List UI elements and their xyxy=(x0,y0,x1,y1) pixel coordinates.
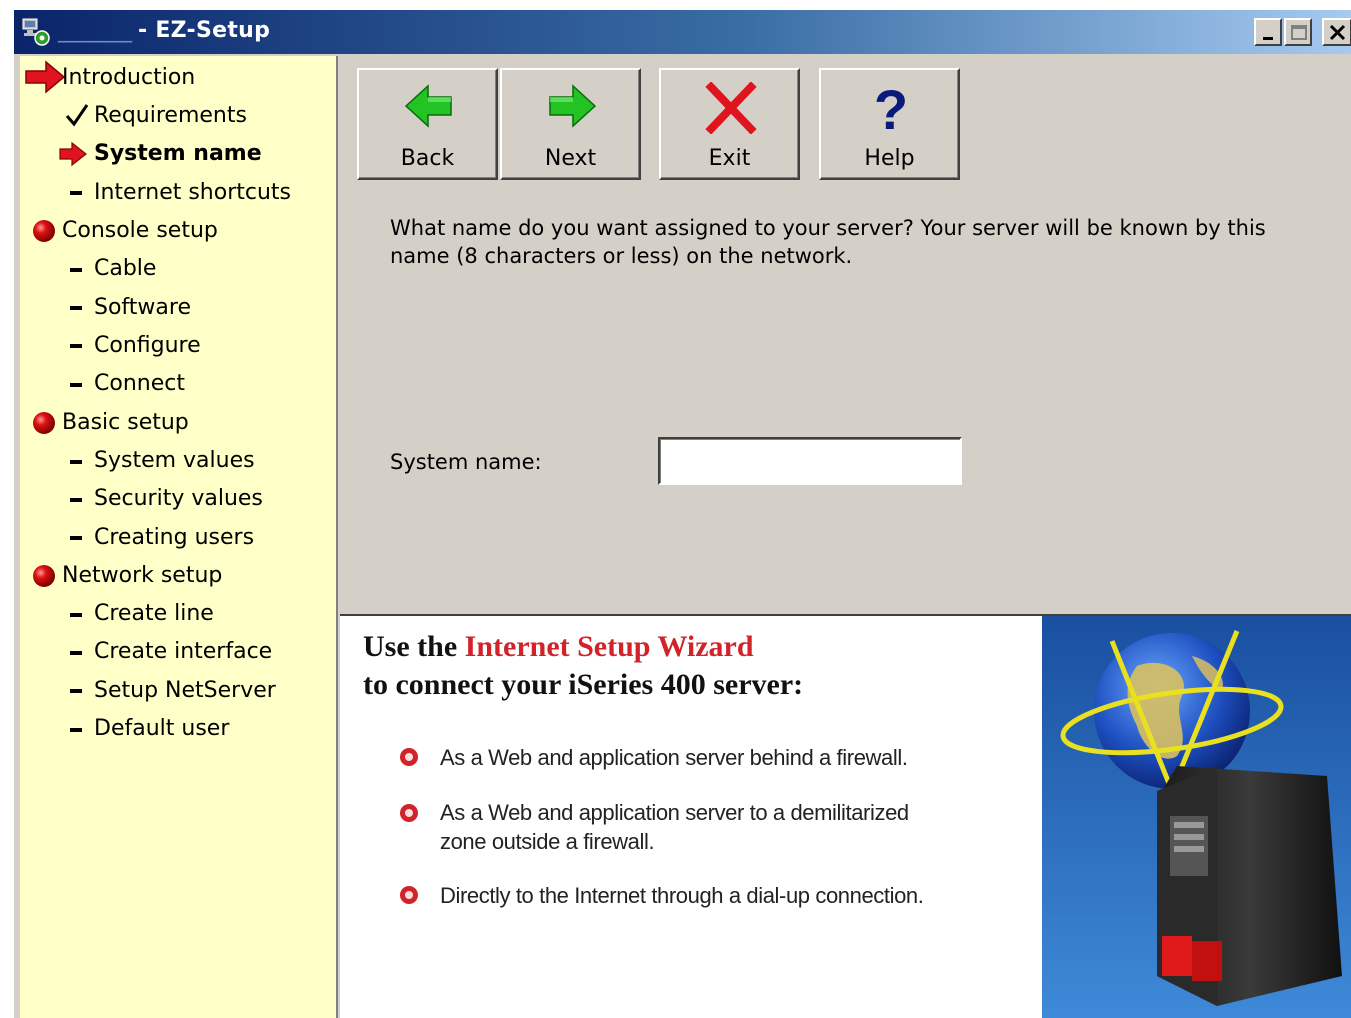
dash-icon xyxy=(70,728,82,732)
dash-icon xyxy=(70,613,82,617)
maximize-icon xyxy=(1291,25,1307,40)
back-button[interactable]: Back xyxy=(357,68,498,180)
sidebar-item-default-user[interactable]: Default user xyxy=(94,712,229,744)
minimize-button[interactable] xyxy=(1254,18,1282,46)
sidebar-item-security-values[interactable]: Security values xyxy=(94,482,263,514)
svg-text:?: ? xyxy=(874,82,908,134)
question-mark-icon: ? xyxy=(874,82,908,134)
sidebar-item-label: Security values xyxy=(94,485,263,511)
dash-icon xyxy=(70,536,82,540)
sidebar-item-configure[interactable]: Configure xyxy=(94,329,201,361)
sidebar-item-label: Create interface xyxy=(94,638,273,664)
red-bullet-icon xyxy=(400,886,418,904)
dash-icon xyxy=(70,383,82,387)
sidebar-item-creating-users[interactable]: Creating users xyxy=(94,521,254,553)
red-bullet-icon xyxy=(400,804,418,822)
red-bullet-icon xyxy=(400,748,418,766)
sidebar-item-label: Network setup xyxy=(62,562,223,588)
sidebar-item-label: Software xyxy=(94,294,191,320)
system-name-prompt: What name do you want assigned to your s… xyxy=(390,216,1266,268)
sidebar-item-label: Configure xyxy=(94,332,201,358)
exit-button-label: Exit xyxy=(708,146,751,171)
dash-icon xyxy=(70,498,82,502)
sidebar-item-cable[interactable]: Cable xyxy=(94,252,156,284)
banner-bullet-3: Directly to the Internet through a dial-… xyxy=(440,883,924,908)
sidebar-item-software[interactable]: Software xyxy=(94,291,191,323)
sidebar-item-system-name[interactable]: System name xyxy=(94,137,262,169)
sidebar-item-label: Connect xyxy=(94,370,185,396)
window-title: ________ - EZ-Setup xyxy=(58,18,270,43)
banner-heading-highlight: Internet Setup Wizard xyxy=(464,630,754,663)
dash-icon xyxy=(70,344,82,348)
sidebar-item-connect[interactable]: Connect xyxy=(94,367,185,399)
sidebar-item-label: Creating users xyxy=(94,524,255,550)
banner-bullet-1: As a Web and application server behind a… xyxy=(440,745,908,770)
dash-icon xyxy=(70,306,82,310)
sidebar-item-label: Create line xyxy=(94,600,214,626)
back-button-label: Back xyxy=(400,146,455,171)
dash-icon xyxy=(70,191,82,195)
red-x-icon xyxy=(705,82,757,134)
sidebar-item-label: System values xyxy=(94,447,255,473)
banner-heading-line2: to connect your iSeries 400 server: xyxy=(363,668,804,701)
banner-heading-prefix: Use the xyxy=(363,630,458,663)
sidebar-item-label: Basic setup xyxy=(62,409,189,435)
exit-button[interactable]: Exit xyxy=(659,68,800,180)
sidebar-item-internet-shortcuts[interactable]: Internet shortcuts xyxy=(94,176,291,208)
banner-bullet-2: As a Web and application server to a dem… xyxy=(440,800,909,854)
sidebar-item-basic-setup[interactable]: Basic setup xyxy=(62,406,189,438)
red-arrow-icon xyxy=(59,141,87,167)
sidebar-item-label: Default user xyxy=(94,715,230,741)
sidebar-item-label: Cable xyxy=(94,255,157,281)
sidebar-item-console-setup[interactable]: Console setup xyxy=(62,214,218,246)
sidebar-item-label: Requirements xyxy=(94,102,247,128)
title-bar[interactable]: ________ - EZ-Setup xyxy=(14,10,1351,54)
close-button[interactable] xyxy=(1322,18,1351,46)
dash-icon xyxy=(70,651,82,655)
red-ball-icon xyxy=(33,565,55,587)
big-red-arrow-icon xyxy=(25,60,66,94)
dash-icon xyxy=(70,689,82,693)
sidebar-item-requirements[interactable]: Requirements xyxy=(94,99,247,131)
green-left-arrow-icon xyxy=(404,84,452,128)
checkmark-icon xyxy=(65,104,89,127)
sidebar-item-create-interface[interactable]: Create interface xyxy=(94,635,272,667)
sidebar-item-label: Console setup xyxy=(62,217,218,243)
sidebar-item-network-setup[interactable]: Network setup xyxy=(62,559,222,591)
system-name-input[interactable] xyxy=(658,437,962,485)
maximize-button[interactable] xyxy=(1284,18,1312,46)
close-icon xyxy=(1329,24,1346,41)
next-button[interactable]: Next xyxy=(500,68,641,180)
sidebar-item-label: Setup NetServer xyxy=(94,677,276,703)
globe-server-illustration xyxy=(1042,616,1351,1018)
next-button-label: Next xyxy=(544,146,597,171)
dash-icon xyxy=(70,268,82,272)
green-right-arrow-icon xyxy=(549,84,597,128)
help-button[interactable]: ? Help xyxy=(819,68,960,180)
sidebar-item-system-values[interactable]: System values xyxy=(94,444,255,476)
help-button-label: Help xyxy=(864,146,915,171)
minimize-icon xyxy=(1263,37,1273,40)
red-ball-icon xyxy=(33,220,55,242)
red-ball-icon xyxy=(33,412,55,434)
banner-heading-line1: Use the Internet Setup Wizard xyxy=(363,630,754,664)
sidebar-item-create-line[interactable]: Create line xyxy=(94,597,214,629)
sidebar-item-label: Introduction xyxy=(62,64,196,90)
sidebar-item-label: System name xyxy=(94,140,262,166)
system-name-label: System name: xyxy=(390,450,542,474)
sidebar-item-setup-netserver[interactable]: Setup NetServer xyxy=(94,674,276,706)
dash-icon xyxy=(70,460,82,464)
setup-app-icon xyxy=(22,18,50,46)
title-masked-prefix: ________ xyxy=(58,18,132,43)
sidebar-item-label: Internet shortcuts xyxy=(94,179,292,205)
window-title-text: - EZ-Setup xyxy=(137,18,271,43)
sidebar-item-introduction[interactable]: Introduction xyxy=(62,61,195,93)
